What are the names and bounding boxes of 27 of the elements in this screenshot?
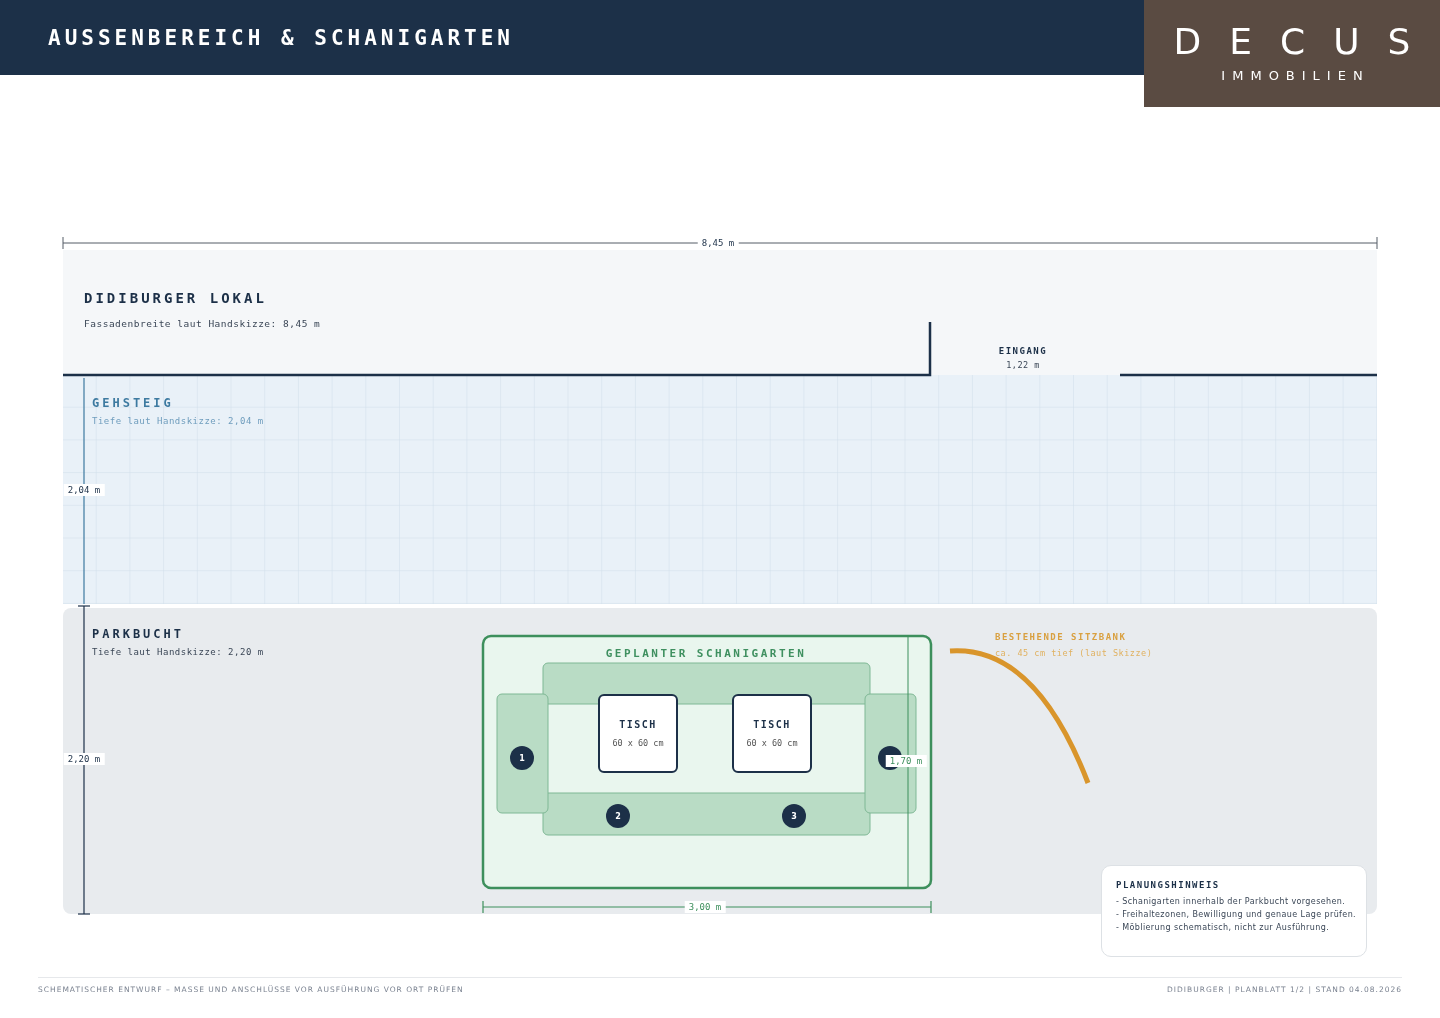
sidewalk-title: GEHSTEIG (92, 396, 174, 410)
bench-title: BESTEHENDE SITZBANK (995, 632, 1127, 642)
parking-title: PARKBUCHT (92, 627, 185, 641)
sidewalk-note: Tiefe laut Handskizze: 2,04 m (92, 416, 264, 426)
note-item: - Schanigarten innerhalb der Parkbucht vorgesehen. (1116, 897, 1347, 906)
table-label: TISCH (619, 719, 657, 730)
building-title: DIDIBURGER LOKAL (84, 290, 267, 306)
dimension-label: 3,00 m (684, 901, 726, 913)
dimension-label: 1,70 m (885, 755, 927, 767)
entrance-width: 1,22 m (1006, 360, 1040, 370)
table-size: 60 x 60 cm (746, 738, 798, 748)
dimension-label: 2,20 m (63, 753, 105, 765)
note-item: - Möblierung schematisch, nicht zur Ausführung. (1116, 923, 1331, 932)
note-title: PLANUNGSHINWEIS (1116, 880, 1221, 890)
parking-note: Tiefe laut Handskizze: 2,20 m (92, 647, 264, 657)
beer-garden-title: GEPLANTER SCHANIGARTEN (605, 646, 807, 660)
note-item: - Freihaltezonen, Bewilligung und genaue Lage prüfen. (1116, 910, 1356, 919)
dimension-label: 8,45 m (697, 237, 739, 249)
bench-note: ca. 45 cm tief (laut Skizze) (995, 648, 1153, 658)
logo-subtitle: IMMOBILIEN (1221, 68, 1370, 83)
logo-name: DECUS (1173, 24, 1439, 60)
table-size: 60 x 60 cm (612, 738, 664, 748)
dimension-label: 2,04 m (63, 484, 105, 496)
table-label: TISCH (753, 719, 791, 730)
page-title: AUSSENBEREICH & SCHANIGARTEN (48, 25, 514, 50)
building-note: Fassadenbreite laut Handskizze: 8,45 m (84, 318, 321, 329)
entrance-label: EINGANG (998, 346, 1048, 356)
